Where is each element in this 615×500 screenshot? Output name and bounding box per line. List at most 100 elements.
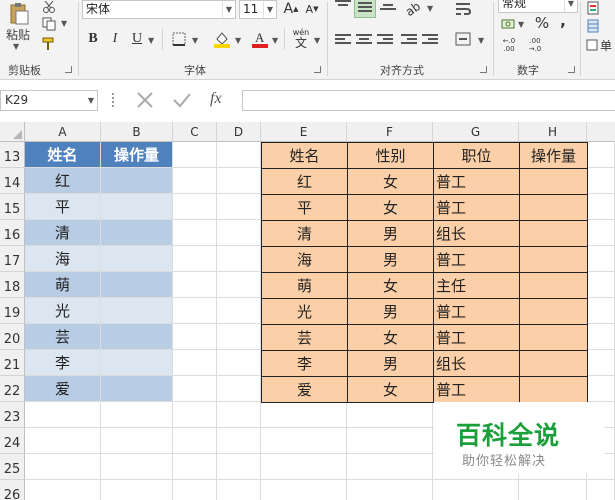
employee-table-position-cell[interactable]: 普工	[434, 195, 520, 221]
grid-cell[interactable]	[25, 454, 101, 480]
chevron-down-icon[interactable]: ▼	[564, 0, 577, 12]
align-right-icon[interactable]	[377, 34, 393, 48]
row-header-19[interactable]: 19	[0, 298, 25, 324]
cell-styles-button[interactable]: 单	[586, 36, 615, 54]
left-table-output-cell[interactable]	[101, 376, 173, 402]
grid-cell[interactable]	[347, 402, 433, 428]
merge-center-icon[interactable]	[452, 30, 474, 48]
grid-cell[interactable]	[101, 454, 173, 480]
grid-cell[interactable]	[217, 142, 261, 168]
grid-cell[interactable]	[519, 480, 587, 500]
comma-style-button[interactable]: ,	[556, 12, 570, 30]
grid-cell[interactable]	[587, 168, 615, 194]
column-header-a[interactable]: A	[25, 122, 101, 142]
column-header-c[interactable]: C	[173, 122, 217, 142]
employee-table-header-output[interactable]: 操作量	[520, 143, 588, 169]
grid-cell[interactable]	[217, 480, 261, 500]
copy-icon[interactable]	[40, 16, 58, 32]
align-center-icon[interactable]	[356, 34, 372, 48]
grid-cell[interactable]	[261, 454, 347, 480]
employee-table-output-cell[interactable]	[520, 299, 588, 325]
employee-table-gender-cell[interactable]: 女	[348, 273, 434, 299]
grid-cell[interactable]	[173, 480, 217, 500]
decrease-decimal-icon[interactable]: .00 →.0	[524, 36, 546, 54]
row-header-13[interactable]: 13	[0, 142, 25, 168]
copy-dropdown-icon[interactable]: ▼	[61, 19, 67, 28]
orientation-dropdown-icon[interactable]: ▼	[427, 4, 433, 13]
grid-cell[interactable]	[261, 428, 347, 454]
grid-cell[interactable]	[587, 220, 615, 246]
employee-table-header-name[interactable]: 姓名	[262, 143, 348, 169]
increase-decimal-icon[interactable]: ←.0.00	[498, 36, 520, 54]
employee-table-header-gender[interactable]: 性别	[348, 143, 434, 169]
grid-cell[interactable]	[433, 480, 519, 500]
row-header-18[interactable]: 18	[0, 272, 25, 298]
left-table-header-name[interactable]: 姓名	[25, 142, 101, 168]
employee-table-position-cell[interactable]: 组长	[434, 351, 520, 377]
left-table-output-cell[interactable]	[101, 298, 173, 324]
currency-dropdown-icon[interactable]: ▼	[518, 20, 524, 29]
grid-cell[interactable]	[347, 454, 433, 480]
employee-table-name-cell[interactable]: 萌	[262, 273, 348, 299]
grid-cell[interactable]	[25, 428, 101, 454]
employee-table-name-cell[interactable]: 爱	[262, 377, 348, 403]
column-header-e[interactable]: E	[261, 122, 347, 142]
row-header-15[interactable]: 15	[0, 194, 25, 220]
grid-cell[interactable]	[347, 428, 433, 454]
grid-cell[interactable]	[217, 168, 261, 194]
employee-table-gender-cell[interactable]: 女	[348, 325, 434, 351]
increase-font-size-icon[interactable]: A ▲	[282, 0, 300, 18]
underline-button[interactable]: U	[128, 30, 146, 48]
grid-cell[interactable]	[587, 324, 615, 350]
employee-table-output-cell[interactable]	[520, 169, 588, 195]
grid-cell[interactable]	[217, 428, 261, 454]
employee-table-position-cell[interactable]: 普工	[434, 247, 520, 273]
grid-cell[interactable]	[173, 298, 217, 324]
employee-table-output-cell[interactable]	[520, 247, 588, 273]
align-left-icon[interactable]	[335, 34, 351, 48]
grid-cell[interactable]	[587, 480, 615, 500]
grid-cell[interactable]	[587, 376, 615, 402]
decrease-font-size-icon[interactable]: A ▼	[303, 0, 321, 18]
phonetic-guide-button[interactable]: wén 文	[290, 26, 312, 52]
grid-cell[interactable]	[587, 350, 615, 376]
merge-dropdown-icon[interactable]: ▼	[478, 36, 484, 45]
fill-color-dropdown-icon[interactable]: ▼	[235, 36, 241, 45]
enter-icon[interactable]	[172, 92, 192, 110]
employee-table-header-position[interactable]: 职位	[434, 143, 520, 169]
row-header-22[interactable]: 22	[0, 376, 25, 402]
employee-table-gender-cell[interactable]: 女	[348, 377, 434, 403]
employee-table-gender-cell[interactable]: 男	[348, 299, 434, 325]
paste-dropdown-icon[interactable]: ▼	[13, 42, 19, 51]
font-color-icon[interactable]: A	[250, 28, 270, 50]
grid-cell[interactable]	[261, 480, 347, 500]
grid-cell[interactable]	[217, 402, 261, 428]
grid-cell[interactable]	[25, 480, 101, 500]
row-header-24[interactable]: 24	[0, 428, 25, 454]
number-dialog-launcher-icon[interactable]	[568, 66, 575, 73]
employee-table-position-cell[interactable]: 普工	[434, 325, 520, 351]
left-table-output-cell[interactable]	[101, 350, 173, 376]
left-table-name-cell[interactable]: 清	[25, 220, 101, 246]
grid-cell[interactable]	[173, 350, 217, 376]
format-painter-icon[interactable]	[40, 36, 58, 52]
left-table-name-cell[interactable]: 平	[25, 194, 101, 220]
grid-cell[interactable]	[217, 298, 261, 324]
alignment-dialog-launcher-icon[interactable]	[480, 66, 487, 73]
employee-table-name-cell[interactable]: 红	[262, 169, 348, 195]
left-table-name-cell[interactable]: 光	[25, 298, 101, 324]
grid-cell[interactable]	[587, 246, 615, 272]
employee-table-output-cell[interactable]	[520, 273, 588, 299]
row-header-20[interactable]: 20	[0, 324, 25, 350]
grid-cell[interactable]	[261, 402, 347, 428]
grid-cell[interactable]	[217, 350, 261, 376]
employee-table-output-cell[interactable]	[520, 195, 588, 221]
grid-cell[interactable]	[173, 324, 217, 350]
employee-table-name-cell[interactable]: 李	[262, 351, 348, 377]
grid-cell[interactable]	[101, 480, 173, 500]
column-header-h[interactable]: H	[519, 122, 587, 142]
left-table-output-cell[interactable]	[101, 246, 173, 272]
grid-cell[interactable]	[217, 220, 261, 246]
paste-button[interactable]: 粘贴	[2, 27, 34, 42]
middle-align-icon[interactable]	[354, 0, 376, 18]
